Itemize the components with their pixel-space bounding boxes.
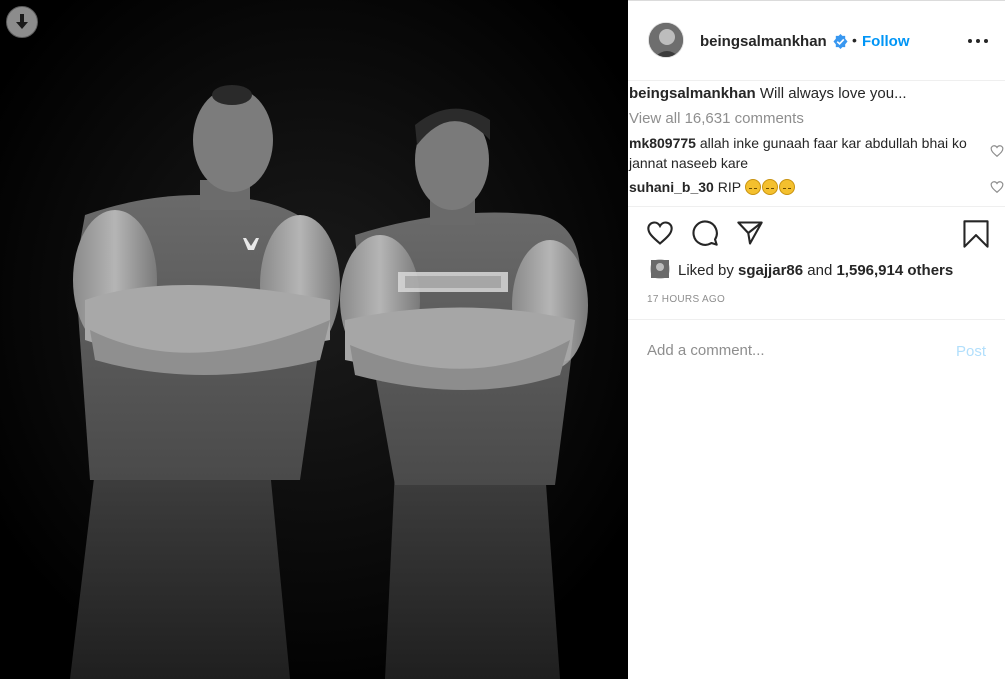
comment-like-heart-icon[interactable] — [990, 180, 1004, 194]
sad-face-emoji-icon — [761, 179, 778, 195]
bookmark-icon[interactable] — [962, 219, 990, 249]
photo-image — [0, 0, 628, 679]
post-comment-button[interactable]: Post — [956, 343, 986, 360]
download-button[interactable] — [6, 6, 38, 38]
caption-text: Will always love you... — [755, 85, 907, 102]
heart-icon[interactable] — [646, 219, 674, 247]
separator-dot: • — [852, 32, 857, 48]
likes-count-link[interactable]: 1,596,914 others — [836, 262, 953, 279]
post-sidebar: beingsalmankhan • Follow beingsalmankhan… — [628, 0, 1005, 679]
liked-user-link[interactable]: sgajjar86 — [738, 262, 803, 279]
comment-item: mk809775 allah inke gunaah faar kar abdu… — [629, 133, 989, 173]
post-timestamp[interactable]: 17 HOURS AGO — [647, 294, 725, 305]
liked-avatar-image — [651, 260, 669, 278]
liked-prefix: Liked by — [678, 262, 739, 279]
caption-username[interactable]: beingsalmankhan — [629, 85, 756, 102]
verified-badge-icon — [833, 34, 848, 49]
comment-like-heart-icon[interactable] — [990, 144, 1004, 158]
comment-item: suhani_b_30 RIP — [629, 177, 989, 197]
liked-by-avatar[interactable] — [650, 259, 670, 279]
comment-username[interactable]: mk809775 — [629, 135, 696, 151]
avatar-image — [649, 23, 683, 57]
caption: beingsalmankhan Will always love you... — [629, 85, 989, 103]
post-photo[interactable] — [0, 0, 628, 679]
comment-username[interactable]: suhani_b_30 — [629, 179, 714, 195]
comment-text: RIP — [713, 179, 741, 195]
follow-button[interactable]: Follow — [862, 33, 910, 50]
actions-divider — [628, 206, 1005, 207]
post-header: beingsalmankhan • Follow — [628, 1, 1005, 81]
sad-face-emoji-icon — [778, 179, 795, 195]
username-link[interactable]: beingsalmankhan — [700, 33, 827, 50]
avatar[interactable] — [648, 22, 684, 58]
liked-and: and — [803, 262, 837, 279]
download-arrow-icon — [16, 14, 28, 29]
liked-by-text: Liked by sgajjar86 and 1,596,914 others — [678, 262, 953, 279]
add-comment-section: Post — [628, 319, 1005, 381]
comment-input[interactable] — [647, 338, 937, 362]
comment-bubble-icon[interactable] — [691, 219, 719, 247]
paper-plane-icon[interactable] — [736, 219, 764, 247]
view-all-comments-link[interactable]: View all 16,631 comments — [629, 110, 804, 127]
more-options-icon[interactable] — [966, 33, 990, 49]
sad-face-emoji-icon — [744, 179, 761, 195]
